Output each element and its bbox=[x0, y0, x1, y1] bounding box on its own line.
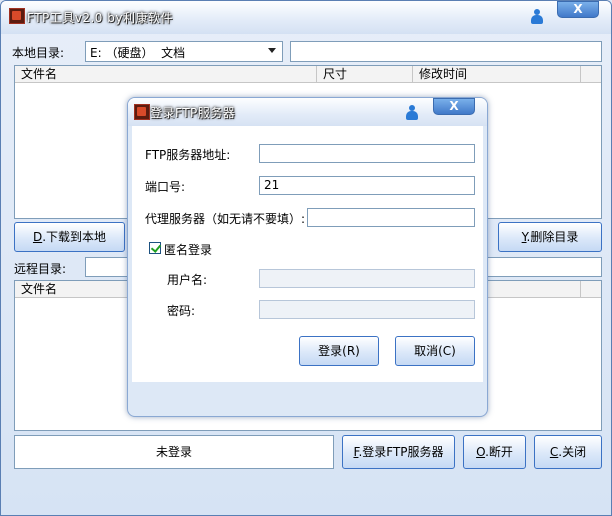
proxy-input[interactable] bbox=[307, 208, 475, 227]
dialog-body: FTP服务器地址: 端口号: 21 代理服务器（如无请不要填）: 匿名登录 用户… bbox=[132, 126, 483, 382]
user-icon[interactable] bbox=[530, 9, 544, 25]
username-label: 用户名: bbox=[167, 273, 208, 287]
delete-directory-button[interactable]: Y.删除目录 bbox=[498, 222, 602, 252]
disconnect-label: .断开 bbox=[485, 445, 513, 459]
local-list-header: 文件名 尺寸 修改时间 bbox=[15, 66, 601, 83]
column-header-size[interactable]: 尺寸 bbox=[317, 66, 413, 82]
local-dir-label: 本地目录: bbox=[12, 46, 65, 60]
drive-select[interactable]: E: （硬盘） 文档 bbox=[85, 41, 283, 62]
dialog-cancel-button[interactable]: 取消(C) bbox=[395, 336, 475, 366]
server-address-label: FTP服务器地址: bbox=[145, 148, 231, 162]
close-app-button[interactable]: C.关闭 bbox=[534, 435, 602, 469]
login-ftp-button[interactable]: F.登录FTP服务器 bbox=[342, 435, 455, 469]
server-address-input[interactable] bbox=[259, 144, 475, 163]
chevron-down-icon[interactable] bbox=[268, 48, 276, 53]
anonymous-login-label[interactable]: 匿名登录 bbox=[164, 241, 212, 258]
local-path-input[interactable] bbox=[290, 41, 602, 62]
port-label: 端口号: bbox=[145, 180, 186, 194]
window-title: FTP工具v2.0 by利康软件 bbox=[27, 11, 173, 25]
column-header-filename[interactable]: 文件名 bbox=[15, 66, 317, 82]
delete-label: .删除目录 bbox=[526, 230, 579, 244]
dialog-title: 登录FTP服务器 bbox=[150, 106, 236, 120]
anonymous-login-checkbox[interactable] bbox=[149, 242, 161, 254]
app-logo-icon bbox=[9, 8, 25, 24]
download-label: .下载到本地 bbox=[42, 230, 107, 244]
dialog-title-bar[interactable]: 登录FTP服务器 X bbox=[128, 98, 487, 126]
username-input[interactable] bbox=[259, 269, 475, 288]
title-bar[interactable]: FTP工具v2.0 by利康软件 X bbox=[1, 1, 611, 34]
connection-status: 未登录 bbox=[14, 435, 334, 469]
dialog-user-icon[interactable] bbox=[405, 105, 419, 121]
proxy-label: 代理服务器（如无请不要填）: bbox=[145, 212, 306, 226]
dialog-logo-icon bbox=[134, 104, 150, 120]
password-input[interactable] bbox=[259, 300, 475, 319]
drive-select-value: E: （硬盘） 文档 bbox=[90, 46, 186, 60]
column-header-modified[interactable]: 修改时间 bbox=[413, 66, 581, 82]
dialog-login-button[interactable]: 登录(R) bbox=[299, 336, 379, 366]
login-dialog: 登录FTP服务器 X FTP服务器地址: 端口号: 21 代理服务器（如无请不要… bbox=[127, 97, 488, 417]
remote-dir-label: 远程目录: bbox=[14, 262, 67, 276]
download-to-local-button[interactable]: D.下载到本地 bbox=[14, 222, 125, 252]
port-input[interactable]: 21 bbox=[259, 176, 475, 195]
download-hotkey: D bbox=[32, 230, 43, 244]
disconnect-hotkey: O bbox=[476, 445, 486, 459]
window-close-button[interactable]: X bbox=[557, 1, 599, 18]
close-label: .关闭 bbox=[558, 445, 587, 459]
password-label: 密码: bbox=[167, 304, 196, 318]
login-label: .登录FTP服务器 bbox=[358, 445, 444, 459]
disconnect-button[interactable]: O.断开 bbox=[463, 435, 526, 469]
dialog-close-button[interactable]: X bbox=[433, 98, 475, 115]
